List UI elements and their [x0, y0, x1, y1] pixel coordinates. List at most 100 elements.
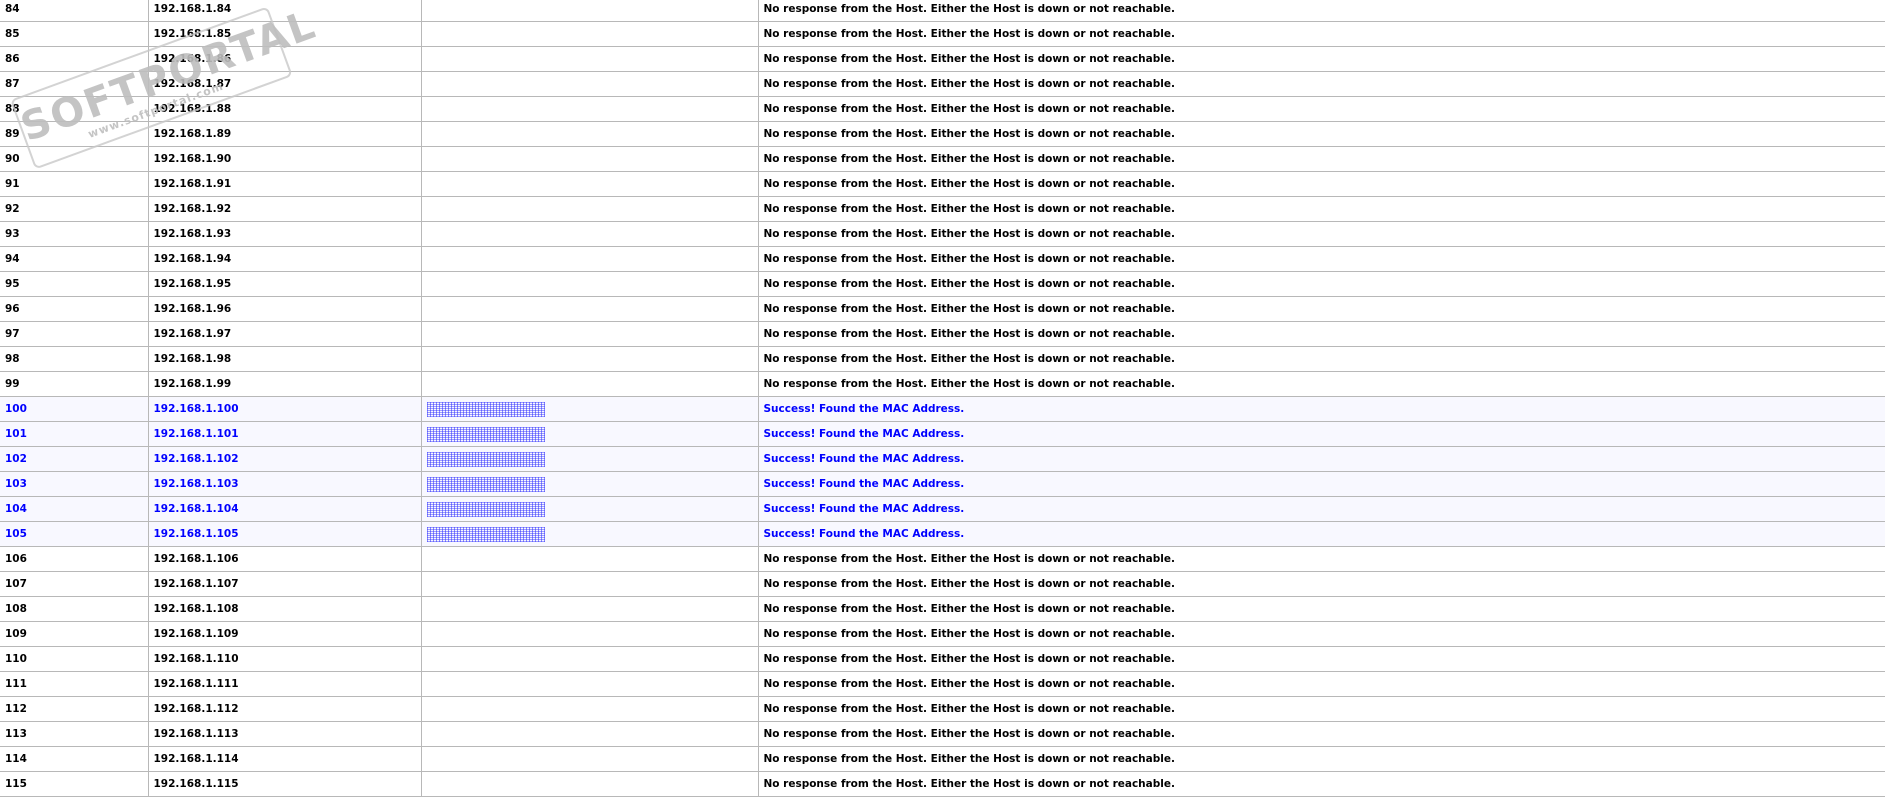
status-cell: No response from the Host. Either the Ho…: [758, 546, 1885, 572]
table-row[interactable]: 98 192.168.1.98 No response from the Host.…: [0, 346, 1885, 372]
status-cell: No response from the Host. Either the Ho…: [758, 321, 1885, 347]
table-row[interactable]: 104 192.168.1.104 Success! Found the MAC A…: [0, 496, 1885, 522]
mac-address-cell: [421, 171, 759, 197]
status-cell: Success! Found the MAC Address.: [758, 521, 1885, 547]
ip-address-cell: 192.168.1.98: [148, 346, 422, 372]
table-row[interactable]: 88 192.168.1.88 No response from the Host.…: [0, 96, 1885, 122]
row-number-cell: 96: [0, 296, 149, 322]
mac-address-cell: [421, 546, 759, 572]
ip-address-cell: 192.168.1.87: [148, 71, 422, 97]
table-row[interactable]: 113 192.168.1.113 No response from the Hos…: [0, 721, 1885, 747]
ip-address-cell: 192.168.1.97: [148, 321, 422, 347]
ip-address-cell: 192.168.1.108: [148, 596, 422, 622]
table-row[interactable]: 107 192.168.1.107 No response from the Hos…: [0, 571, 1885, 597]
scan-results-body: 84 192.168.1.84 No response from the Host.…: [0, 0, 1885, 797]
ip-address-cell: 192.168.1.111: [148, 671, 422, 697]
status-cell: No response from the Host. Either the Ho…: [758, 596, 1885, 622]
ip-address-cell: 192.168.1.95: [148, 271, 422, 297]
table-row[interactable]: 101 192.168.1.101 Success! Found the MAC A…: [0, 421, 1885, 447]
status-cell: No response from the Host. Either the Ho…: [758, 121, 1885, 147]
ip-address-cell: 192.168.1.85: [148, 21, 422, 47]
ip-address-cell: 192.168.1.100: [148, 396, 422, 422]
mac-address-cell: [421, 421, 759, 447]
table-row[interactable]: 114 192.168.1.114 No response from the Hos…: [0, 746, 1885, 772]
status-cell: Success! Found the MAC Address.: [758, 421, 1885, 447]
table-row[interactable]: 105 192.168.1.105 Success! Found the MAC A…: [0, 521, 1885, 547]
table-row[interactable]: 97 192.168.1.97 No response from the Host.…: [0, 321, 1885, 347]
table-row[interactable]: 96 192.168.1.96 No response from the Host.…: [0, 296, 1885, 322]
table-row[interactable]: 85 192.168.1.85 No response from the Host.…: [0, 21, 1885, 47]
row-number-cell: 93: [0, 221, 149, 247]
redacted-mac-address: [426, 526, 545, 542]
row-number-cell: 101: [0, 421, 149, 447]
row-number-cell: 109: [0, 621, 149, 647]
ip-address-cell: 192.168.1.112: [148, 696, 422, 722]
table-row[interactable]: 110 192.168.1.110 No response from the Hos…: [0, 646, 1885, 672]
table-row[interactable]: 84 192.168.1.84 No response from the Host.…: [0, 0, 1885, 22]
ip-address-cell: 192.168.1.104: [148, 496, 422, 522]
mac-address-cell: [421, 721, 759, 747]
table-row[interactable]: 109 192.168.1.109 No response from the Hos…: [0, 621, 1885, 647]
row-number-cell: 95: [0, 271, 149, 297]
ip-address-cell: 192.168.1.94: [148, 246, 422, 272]
table-row[interactable]: 87 192.168.1.87 No response from the Host.…: [0, 71, 1885, 97]
table-row[interactable]: 100 192.168.1.100 Success! Found the MAC A…: [0, 396, 1885, 422]
table-row[interactable]: 112 192.168.1.112 No response from the Hos…: [0, 696, 1885, 722]
row-number-cell: 115: [0, 771, 149, 797]
scan-results-table: 84 192.168.1.84 No response from the Host.…: [0, 0, 1885, 797]
table-row[interactable]: 86 192.168.1.86 No response from the Host.…: [0, 46, 1885, 72]
table-row[interactable]: 92 192.168.1.92 No response from the Host.…: [0, 196, 1885, 222]
table-row[interactable]: 94 192.168.1.94 No response from the Host.…: [0, 246, 1885, 272]
table-row[interactable]: 93 192.168.1.93 No response from the Host.…: [0, 221, 1885, 247]
mac-address-cell: [421, 296, 759, 322]
table-row[interactable]: 108 192.168.1.108 No response from the Hos…: [0, 596, 1885, 622]
mac-address-cell: [421, 621, 759, 647]
table-row[interactable]: 95 192.168.1.95 No response from the Host.…: [0, 271, 1885, 297]
row-number-cell: 85: [0, 21, 149, 47]
row-number-cell: 89: [0, 121, 149, 147]
row-number-cell: 106: [0, 546, 149, 572]
ip-address-cell: 192.168.1.115: [148, 771, 422, 797]
table-row[interactable]: 90 192.168.1.90 No response from the Host.…: [0, 146, 1885, 172]
row-number-cell: 107: [0, 571, 149, 597]
mac-address-cell: [421, 121, 759, 147]
table-row[interactable]: 103 192.168.1.103 Success! Found the MAC A…: [0, 471, 1885, 497]
mac-address-cell: [421, 321, 759, 347]
row-number-cell: 108: [0, 596, 149, 622]
table-row[interactable]: 106 192.168.1.106 No response from the Hos…: [0, 546, 1885, 572]
table-row[interactable]: 99 192.168.1.99 No response from the Host.…: [0, 371, 1885, 397]
status-cell: No response from the Host. Either the Ho…: [758, 171, 1885, 197]
mac-address-cell: [421, 21, 759, 47]
mac-address-cell: [421, 646, 759, 672]
table-row[interactable]: 115 192.168.1.115 No response from the Hos…: [0, 771, 1885, 797]
row-number-cell: 102: [0, 446, 149, 472]
mac-address-cell: [421, 446, 759, 472]
row-number-cell: 100: [0, 396, 149, 422]
status-cell: No response from the Host. Either the Ho…: [758, 71, 1885, 97]
row-number-cell: 105: [0, 521, 149, 547]
status-cell: Success! Found the MAC Address.: [758, 396, 1885, 422]
row-number-cell: 90: [0, 146, 149, 172]
status-cell: No response from the Host. Either the Ho…: [758, 46, 1885, 72]
table-row[interactable]: 91 192.168.1.91 No response from the Host.…: [0, 171, 1885, 197]
mac-address-cell: [421, 396, 759, 422]
row-number-cell: 112: [0, 696, 149, 722]
ip-address-cell: 192.168.1.89: [148, 121, 422, 147]
status-cell: Success! Found the MAC Address.: [758, 471, 1885, 497]
mac-address-cell: [421, 596, 759, 622]
row-number-cell: 110: [0, 646, 149, 672]
status-cell: No response from the Host. Either the Ho…: [758, 21, 1885, 47]
status-cell: No response from the Host. Either the Ho…: [758, 146, 1885, 172]
row-number-cell: 99: [0, 371, 149, 397]
table-row[interactable]: 102 192.168.1.102 Success! Found the MAC A…: [0, 446, 1885, 472]
mac-address-cell: [421, 371, 759, 397]
mac-address-cell: [421, 146, 759, 172]
mac-address-cell: [421, 746, 759, 772]
table-row[interactable]: 111 192.168.1.111 No response from the Hos…: [0, 671, 1885, 697]
ip-address-cell: 192.168.1.96: [148, 296, 422, 322]
mac-address-cell: [421, 496, 759, 522]
row-number-cell: 114: [0, 746, 149, 772]
table-row[interactable]: 89 192.168.1.89 No response from the Host.…: [0, 121, 1885, 147]
ip-address-cell: 192.168.1.88: [148, 96, 422, 122]
row-number-cell: 94: [0, 246, 149, 272]
